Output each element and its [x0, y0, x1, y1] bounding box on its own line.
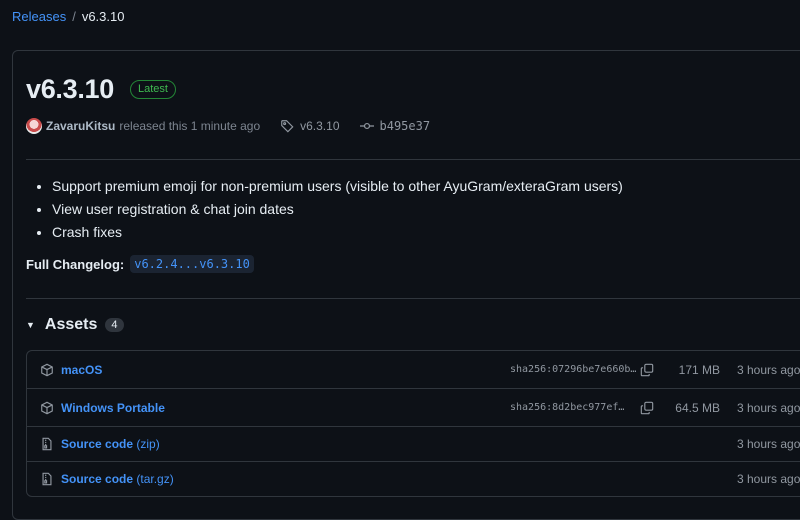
asset-row-source-zip: Source code (zip) 3 hours ago: [27, 427, 800, 462]
copy-icon[interactable]: [640, 363, 654, 377]
copy-icon[interactable]: [640, 401, 654, 415]
changelog-compare-link[interactable]: v6.2.4...v6.3.10: [130, 255, 254, 273]
release-card: v6.3.10 Latest ZavaruKitsu released this…: [12, 50, 800, 520]
assets-title: Assets: [44, 316, 98, 333]
assets-list: macOS sha256:07296be7e660b… 171 MB 3 hou…: [26, 350, 800, 497]
asset-row-source-targz: Source code (tar.gz) 3 hours ago: [27, 462, 800, 496]
asset-link-label: Source code: [61, 472, 134, 486]
asset-sha: sha256:8d2bec977ef…: [510, 402, 625, 413]
release-header: v6.3.10 Latest: [26, 74, 176, 105]
asset-size: 171 MB: [678, 362, 720, 377]
breadcrumb-separator: /: [72, 9, 76, 24]
asset-link-ext: (zip): [136, 437, 160, 451]
package-icon: [41, 363, 53, 376]
release-notes: Support premium emoji for non-premium us…: [26, 175, 623, 244]
asset-link[interactable]: Source code (tar.gz): [61, 472, 174, 486]
triangle-down-icon: ▼: [26, 320, 35, 330]
release-title[interactable]: v6.3.10: [26, 74, 114, 105]
divider-assets: [26, 298, 800, 299]
asset-time: 3 hours ago: [737, 362, 800, 377]
note-item: Crash fixes: [52, 221, 623, 244]
tag-meta[interactable]: v6.3.10: [280, 119, 340, 133]
avatar[interactable]: [26, 118, 42, 134]
asset-link[interactable]: macOS: [61, 363, 102, 377]
asset-time: 3 hours ago: [737, 437, 800, 451]
asset-link[interactable]: Windows Portable: [61, 401, 165, 415]
asset-row-macos: macOS sha256:07296be7e660b… 171 MB 3 hou…: [27, 351, 800, 389]
asset-link-ext: (tar.gz): [136, 472, 174, 486]
note-item: View user registration & chat join dates: [52, 198, 623, 221]
release-notes-list: Support premium emoji for non-premium us…: [26, 175, 623, 244]
breadcrumb-releases-link[interactable]: Releases: [12, 9, 66, 24]
divider-top: [26, 159, 800, 160]
commit-link[interactable]: b495e37: [380, 119, 431, 133]
note-item: Support premium emoji for non-premium us…: [52, 175, 623, 198]
latest-badge: Latest: [129, 80, 176, 99]
asset-sha: sha256:07296be7e660b…: [510, 364, 637, 375]
file-zip-icon: [42, 472, 52, 486]
file-zip-icon: [42, 437, 52, 451]
breadcrumb: Releases / v6.3.10: [12, 9, 124, 24]
asset-link[interactable]: Source code (zip): [61, 437, 160, 451]
assets-count-badge: 4: [105, 318, 124, 332]
asset-row-windows-portable: Windows Portable sha256:8d2bec977ef… 64.…: [27, 389, 800, 427]
tag-link[interactable]: v6.3.10: [300, 119, 339, 133]
released-text: released this 1 minute ago: [119, 119, 261, 133]
asset-size: 64.5 MB: [675, 400, 720, 415]
package-icon: [41, 401, 53, 414]
asset-time: 3 hours ago: [737, 400, 800, 415]
asset-link-label: Source code: [61, 437, 134, 451]
author-link[interactable]: ZavaruKitsu: [46, 119, 115, 133]
git-commit-icon: [359, 122, 374, 130]
tag-icon: [281, 120, 294, 133]
changelog-label: Full Changelog:: [26, 256, 125, 272]
full-changelog: Full Changelog: v6.2.4...v6.3.10: [26, 255, 254, 273]
asset-time: 3 hours ago: [737, 472, 800, 486]
commit-meta[interactable]: b495e37: [359, 119, 431, 133]
assets-toggle[interactable]: ▼ Assets 4: [26, 316, 124, 334]
breadcrumb-current: v6.3.10: [81, 9, 125, 24]
release-meta: ZavaruKitsu released this 1 minute ago v…: [26, 118, 430, 134]
